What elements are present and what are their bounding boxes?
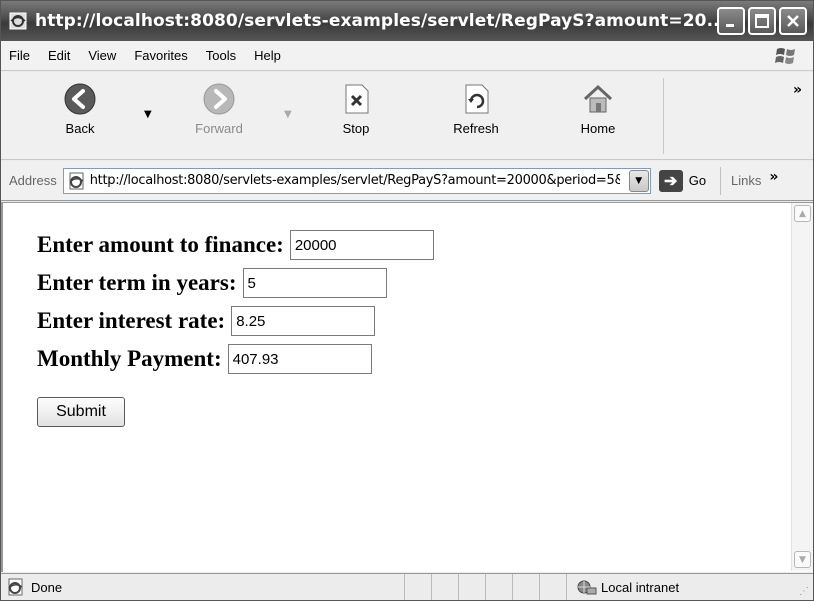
stop-button[interactable]: Stop [321, 82, 391, 136]
window-controls [717, 7, 807, 35]
home-icon [583, 84, 613, 113]
resize-grip-icon[interactable]: ⋰ [799, 586, 809, 597]
amount-row: Enter amount to finance: [37, 226, 434, 264]
close-icon [787, 15, 799, 27]
forward-icon [203, 83, 235, 115]
address-url[interactable]: http://localhost:8080/servlets-examples/… [90, 173, 620, 188]
maximize-icon [755, 14, 769, 28]
ie-page-icon [69, 172, 84, 189]
status-cell [540, 574, 567, 600]
refresh-icon [465, 84, 489, 114]
ie-page-icon [9, 12, 27, 30]
term-label: Enter term in years: [37, 270, 237, 295]
security-zone[interactable]: Local intranet [567, 574, 747, 600]
address-dropdown-icon[interactable]: ▼ [628, 169, 649, 192]
local-intranet-icon [577, 580, 597, 595]
close-button[interactable] [779, 7, 807, 35]
zone-text: Local intranet [601, 579, 680, 595]
status-cell [432, 574, 459, 600]
rate-label: Enter interest rate: [37, 308, 226, 333]
forward-dropdown-icon[interactable]: ▼ [284, 109, 292, 120]
toolbar-separator [663, 78, 664, 154]
submit-button[interactable]: Submit [37, 397, 125, 427]
scroll-down-icon[interactable]: ▼ [794, 551, 811, 568]
minimize-button[interactable] [717, 7, 745, 35]
links-overflow-chevron[interactable]: » [769, 169, 778, 185]
payment-label: Monthly Payment: [37, 346, 222, 371]
amount-label: Enter amount to finance: [37, 232, 284, 257]
forward-button[interactable]: Forward [184, 82, 254, 136]
windows-flag-icon [775, 48, 795, 64]
go-label: Go [688, 173, 707, 188]
status-cell [459, 574, 486, 600]
term-input[interactable] [242, 268, 387, 298]
address-field[interactable]: http://localhost:8080/servlets-examples/… [62, 167, 651, 194]
maximize-button[interactable] [748, 7, 776, 35]
browser-window: http://localhost:8080/servlets-examples/… [0, 0, 814, 601]
status-section: Done [1, 574, 405, 600]
menu-view[interactable]: View [88, 48, 116, 63]
back-button[interactable]: Back [45, 82, 115, 136]
minimize-icon [726, 24, 734, 27]
menu-tools[interactable]: Tools [206, 48, 236, 63]
menu-file[interactable]: File [9, 48, 30, 63]
rate-row: Enter interest rate: [37, 302, 434, 340]
status-bar: Done Local intranet ⋰ [1, 573, 813, 600]
ie-page-icon [8, 578, 23, 596]
amount-input[interactable] [289, 230, 434, 260]
back-label: Back [65, 121, 95, 136]
go-button[interactable]: ➔ Go [658, 169, 707, 192]
title-bar[interactable]: http://localhost:8080/servlets-examples/… [1, 1, 813, 41]
payment-row: Monthly Payment: [37, 340, 434, 378]
status-cell [405, 574, 432, 600]
status-cell [513, 574, 540, 600]
window-title: http://localhost:8080/servlets-examples/… [35, 11, 727, 31]
loan-form: Enter amount to finance: Enter term in y… [37, 226, 434, 427]
menu-help[interactable]: Help [254, 48, 281, 63]
standard-toolbar: Back ▼ Forward ▼ Stop Refresh Home » [1, 72, 813, 160]
home-label: Home [580, 121, 616, 136]
go-arrow-icon: ➔ [658, 169, 683, 192]
status-cell [486, 574, 513, 600]
page-content: Enter amount to finance: Enter term in y… [1, 202, 813, 572]
home-button[interactable]: Home [563, 82, 633, 136]
forward-label: Forward [195, 121, 243, 136]
address-label: Address [9, 173, 57, 188]
menu-favorites[interactable]: Favorites [134, 48, 187, 63]
term-row: Enter term in years: [37, 264, 434, 302]
address-bar: Address http://localhost:8080/servlets-e… [1, 161, 813, 201]
vertical-scrollbar[interactable]: ▲ ▼ [791, 203, 813, 571]
refresh-button[interactable]: Refresh [441, 82, 511, 136]
menu-edit[interactable]: Edit [48, 48, 70, 63]
payment-input[interactable] [227, 344, 372, 374]
menu-bar: File Edit View Favorites Tools Help [1, 41, 813, 71]
toolbar-overflow-chevron[interactable]: » [793, 82, 802, 98]
address-separator [720, 166, 722, 195]
stop-icon [345, 84, 369, 114]
rate-input[interactable] [231, 306, 376, 336]
scroll-up-icon[interactable]: ▲ [794, 205, 811, 222]
stop-label: Stop [342, 121, 370, 136]
back-dropdown-icon[interactable]: ▼ [144, 109, 152, 120]
links-label[interactable]: Links [731, 173, 761, 188]
status-text: Done [31, 579, 63, 595]
refresh-label: Refresh [453, 121, 499, 136]
back-icon [64, 83, 96, 115]
